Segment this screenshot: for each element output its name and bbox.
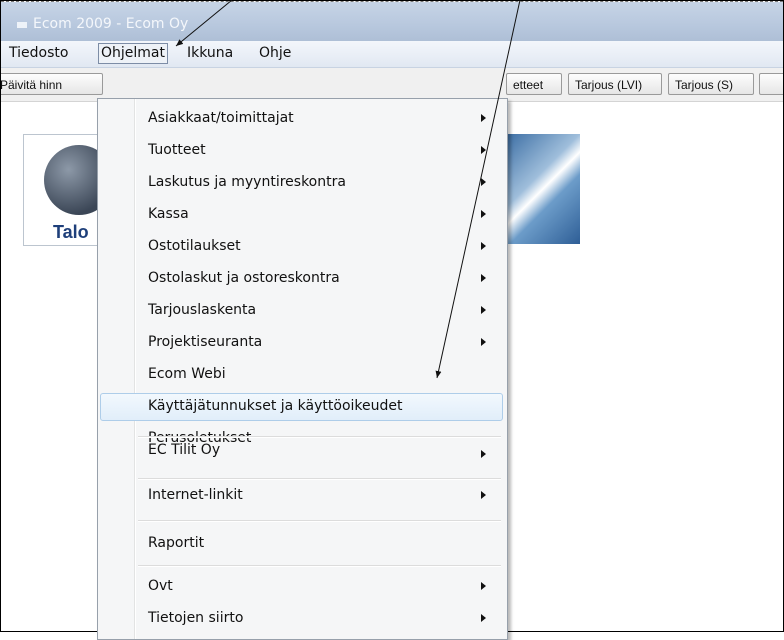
submenu-arrow-icon — [481, 450, 486, 458]
quote-s-button[interactable]: Tarjous (S) — [668, 73, 754, 95]
menu-item-label: Internet-linkit — [148, 487, 243, 503]
toolbar-button-more[interactable] — [759, 73, 783, 95]
menu-item-projektiseuranta[interactable]: Projektiseuranta — [100, 329, 503, 357]
menu-item-laskutus[interactable]: Laskutus ja myyntireskontra — [100, 169, 503, 197]
toolbar: Päivitä hinn etteet Tarjous (LVI) Tarjou… — [1, 68, 783, 102]
submenu-arrow-icon — [481, 210, 486, 218]
water-image[interactable] — [506, 134, 580, 244]
toolbar-button-etteet[interactable]: etteet — [506, 73, 562, 95]
menu-separator — [138, 565, 501, 567]
menu-item-kassa[interactable]: Kassa — [100, 201, 503, 229]
menu-item-tuotteet[interactable]: Tuotteet — [100, 137, 503, 165]
submenu-arrow-icon — [481, 242, 486, 250]
submenu-arrow-icon — [481, 274, 486, 282]
menu-item-ostolaskut[interactable]: Ostolaskut ja ostoreskontra — [100, 265, 503, 293]
menu-item-label: Tarjouslaskenta — [148, 302, 257, 318]
menu-item-tietojen-siirto[interactable]: Tietojen siirto — [100, 605, 503, 633]
submenu-arrow-icon — [481, 306, 486, 314]
menu-item-label: Tuotteet — [148, 142, 206, 158]
quote-lvi-button[interactable]: Tarjous (LVI) — [568, 73, 662, 95]
menu-item-label: Ecom Webi — [148, 366, 226, 382]
app-icon — [17, 22, 27, 28]
menu-ikkuna[interactable]: Ikkuna — [187, 44, 233, 63]
menu-item-label: Käyttäjätunnukset ja käyttöoikeudet — [148, 398, 403, 414]
menu-item-label: Raportit — [148, 535, 205, 551]
menu-item-label: Projektiseuranta — [148, 334, 263, 350]
menu-item-label: Tietojen siirto — [148, 610, 244, 626]
menu-item-label: Ovt — [148, 578, 173, 594]
menu-item-label: Laskutus ja myyntireskontra — [148, 174, 346, 190]
submenu-arrow-icon — [481, 178, 486, 186]
submenu-arrow-icon — [481, 582, 486, 590]
menu-separator — [138, 478, 501, 480]
submenu-arrow-icon — [481, 338, 486, 346]
menu-item-label: Asiakkaat/toimittajat — [148, 110, 294, 126]
submenu-arrow-icon — [481, 146, 486, 154]
dashed-border — [1, 1, 783, 2]
logo-text: Talo — [53, 222, 89, 242]
menu-bar: Tiedosto Ohjelmat Ikkuna Ohje — [1, 41, 783, 68]
submenu-arrow-icon — [481, 614, 486, 622]
menu-ohjelmat[interactable]: Ohjelmat — [98, 43, 168, 64]
submenu-arrow-icon — [481, 491, 486, 499]
menu-item-label: Ostolaskut ja ostoreskontra — [148, 270, 340, 286]
submenu-arrow-icon — [481, 114, 486, 122]
menu-ohje[interactable]: Ohje — [259, 44, 291, 63]
title-bar: Ecom 2009 - Ecom Oy — [1, 2, 783, 41]
menu-item-label: Ostotilaukset — [148, 238, 241, 254]
menu-item-tarjouslaskenta[interactable]: Tarjouslaskenta — [100, 297, 503, 325]
menu-item-ec-tilit[interactable]: EC Tilit Oy — [100, 441, 503, 469]
ohjelmat-dropdown: Asiakkaat/toimittajat Tuotteet Laskutus … — [97, 98, 508, 640]
menu-item-raportit[interactable]: Raportit — [100, 530, 503, 558]
menu-item-ostotilaukset[interactable]: Ostotilaukset — [100, 233, 503, 261]
talo-logo[interactable]: Talo — [23, 134, 114, 246]
menu-item-kayttajatunnukset[interactable]: Käyttäjätunnukset ja käyttöoikeudet — [100, 393, 503, 421]
menu-item-ecom-webi[interactable]: Ecom Webi — [100, 361, 503, 389]
menu-item-internet-linkit[interactable]: Internet-linkit — [100, 482, 503, 510]
menu-item-label: EC Tilit Oy — [148, 442, 221, 458]
menu-item-asiakkaat[interactable]: Asiakkaat/toimittajat — [100, 105, 503, 133]
menu-separator — [138, 520, 501, 522]
update-prices-button[interactable]: Päivitä hinn — [1, 73, 103, 95]
window-title: Ecom 2009 - Ecom Oy — [33, 16, 189, 32]
menu-separator — [138, 436, 501, 438]
menu-tiedosto[interactable]: Tiedosto — [9, 44, 68, 63]
menu-item-ovt[interactable]: Ovt — [100, 573, 503, 601]
menu-item-label: Kassa — [148, 206, 189, 222]
